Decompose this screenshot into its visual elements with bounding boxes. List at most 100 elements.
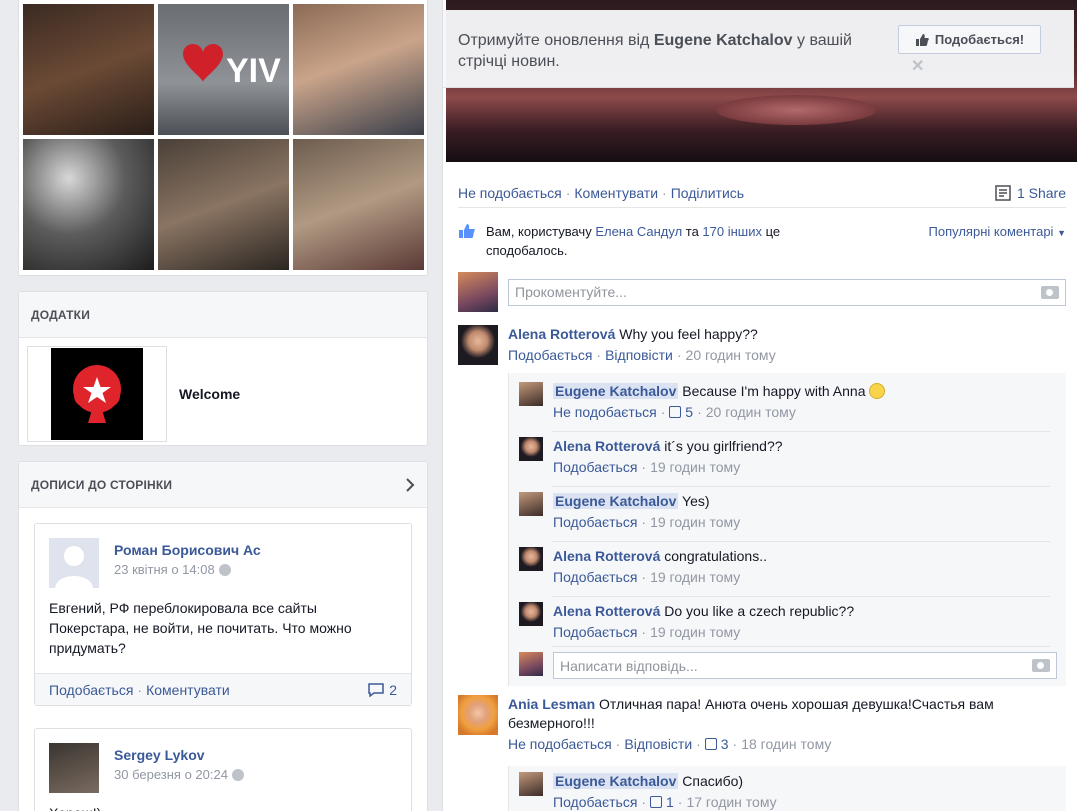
follow-prompt: Отримуйте оновлення від Eugene Katchalov…: [443, 10, 1074, 88]
like-page-button[interactable]: Подобається!: [898, 25, 1041, 54]
share-count-label: 1 Share: [1016, 184, 1066, 201]
app-thumbnail[interactable]: [27, 346, 167, 442]
avatar[interactable]: [458, 325, 498, 365]
comment-author[interactable]: Alena Rotterová: [508, 326, 615, 342]
photo-actions: Не подобається · Коментувати · Поділитись 1 …: [458, 178, 1066, 208]
page-posts-panel: ДОПИСИ ДО СТОРІНКИ Роман Борисович Ас 23…: [18, 461, 428, 811]
liker-name[interactable]: Елена Сандул: [595, 224, 682, 239]
replies-thread: Eugene Katchalov Because I'm happy with …: [508, 373, 1066, 686]
photo-grid: YIV: [18, 0, 428, 276]
avatar[interactable]: [519, 382, 543, 406]
comment-likes-count[interactable]: 3: [704, 736, 729, 752]
comment-author[interactable]: Ania Lesman: [508, 696, 595, 712]
posts-panel-title: ДОПИСИ ДО СТОРІНКИ: [31, 477, 173, 492]
camera-icon[interactable]: [1041, 285, 1059, 299]
unlike-link[interactable]: Не подобається: [458, 185, 562, 201]
like-link[interactable]: Подобається: [49, 682, 133, 698]
comment-time[interactable]: 18 годин тому: [741, 736, 831, 752]
caret-down-icon: ▼: [1057, 228, 1066, 238]
reply-time[interactable]: 19 годин тому: [650, 514, 740, 530]
like-icon: [459, 224, 475, 238]
comment-reply-link[interactable]: Відповісти: [605, 347, 673, 363]
comment-like-link[interactable]: Не подобається: [508, 736, 612, 752]
reply-likes-value: 5: [685, 404, 694, 420]
reply-composer: Написати відповідь...: [519, 652, 1057, 679]
photo-thumbnail[interactable]: [23, 4, 154, 135]
comment: Ania Lesman Отличная пара! Анюта очень х…: [458, 695, 1058, 754]
reply-time[interactable]: 19 годин тому: [650, 459, 740, 475]
comment-link[interactable]: Коментувати: [574, 185, 658, 201]
avatar: [458, 272, 498, 312]
like-page-label: Подобається!: [934, 32, 1025, 47]
photo-thumbnail[interactable]: [158, 139, 289, 270]
reply-author[interactable]: Alena Rotterová: [553, 603, 660, 619]
avatar[interactable]: [49, 743, 99, 793]
post-time[interactable]: 23 квітня о 14:08: [114, 562, 215, 577]
likers-others-link[interactable]: 170 інших: [702, 224, 762, 239]
share-link[interactable]: Поділитись: [671, 185, 744, 201]
reply-likes-count[interactable]: 1: [650, 794, 674, 810]
post-author[interactable]: Sergey Lykov: [114, 747, 244, 763]
comment-link[interactable]: Коментувати: [146, 682, 230, 698]
reply-author[interactable]: Alena Rotterová: [553, 548, 660, 564]
post-author[interactable]: Роман Борисович Ас: [114, 542, 261, 558]
reply-like-link[interactable]: Подобається: [553, 514, 637, 530]
comment-time[interactable]: 20 годин тому: [686, 347, 776, 363]
reply-author[interactable]: Eugene Katchalov: [553, 383, 679, 399]
thumbs-up-icon: [669, 406, 682, 418]
post-text: Хорош!): [35, 803, 411, 811]
comment-composer: Прокоментуйте...: [458, 272, 1066, 312]
avatar[interactable]: [458, 695, 498, 735]
reply-time[interactable]: 19 годин тому: [650, 569, 740, 585]
left-column: YIV ДОДАТКИ Welcome ДОПИСИ ДО СТОРІНКИ Р…: [18, 0, 428, 811]
reply-time[interactable]: 20 годин тому: [706, 404, 796, 420]
sort-comments-label: Популярні коментарі: [928, 224, 1054, 239]
avatar[interactable]: [519, 547, 543, 571]
reply-like-link[interactable]: Подобається: [553, 569, 637, 585]
app-item[interactable]: Welcome: [19, 338, 427, 450]
photo-thumbnail[interactable]: [23, 139, 154, 270]
photo-thumbnail[interactable]: [293, 4, 424, 135]
reply-like-link[interactable]: Не подобається: [553, 404, 657, 420]
reply-text: congratulations..: [664, 548, 767, 564]
sort-comments-dropdown[interactable]: Популярні коментарі ▼: [929, 222, 1066, 260]
share-icon: [995, 184, 1011, 201]
reply: Eugene Katchalov Because I'm happy with …: [519, 382, 886, 422]
avatar[interactable]: [519, 437, 543, 461]
avatar[interactable]: [519, 602, 543, 626]
posts-panel-header[interactable]: ДОПИСИ ДО СТОРІНКИ: [19, 462, 427, 508]
reply-like-link[interactable]: Подобається: [553, 459, 637, 475]
comment-reply-link[interactable]: Відповісти: [624, 736, 692, 752]
reply-time[interactable]: 19 годин тому: [650, 624, 740, 640]
comment-text: Why you feel happy??: [619, 326, 758, 342]
post-time[interactable]: 30 березня о 20:24: [114, 767, 228, 782]
reply-author[interactable]: Alena Rotterová: [553, 438, 660, 454]
app-title[interactable]: Welcome: [179, 386, 240, 402]
thumbs-up-icon: [650, 796, 663, 808]
chevron-right-icon[interactable]: [405, 477, 415, 492]
reply-time[interactable]: 17 годин тому: [686, 794, 776, 810]
reply-like-link[interactable]: Подобається: [553, 794, 637, 810]
reply-author[interactable]: Eugene Katchalov: [553, 773, 679, 789]
reply: Eugene Katchalov Спасибо) Подобається · 1…: [519, 772, 777, 811]
follow-text-before: Отримуйте оновлення від: [458, 32, 654, 49]
reply-author[interactable]: Eugene Katchalov: [553, 493, 679, 509]
reply-input[interactable]: Написати відповідь...: [553, 652, 1057, 679]
share-count[interactable]: 1 Share: [995, 185, 1066, 201]
close-icon[interactable]: ✕: [911, 56, 924, 76]
reply-text: Because I'm happy with Anna: [682, 383, 866, 399]
comment-like-link[interactable]: Подобається: [508, 347, 592, 363]
avatar: [519, 652, 543, 676]
photo-thumbnail[interactable]: YIV: [158, 4, 289, 135]
comment-input[interactable]: Прокоментуйте...: [508, 278, 1066, 306]
reply-like-link[interactable]: Подобається: [553, 624, 637, 640]
photo-thumbnail[interactable]: [293, 139, 424, 270]
comment-bubble-icon: [368, 682, 384, 697]
reply-likes-count[interactable]: 5: [669, 404, 693, 420]
avatar[interactable]: [519, 772, 543, 796]
avatar[interactable]: [519, 492, 543, 516]
camera-icon[interactable]: [1032, 659, 1050, 672]
comments-count[interactable]: 2: [368, 682, 397, 698]
avatar[interactable]: [49, 538, 99, 588]
replies-thread: Eugene Katchalov Спасибо) Подобається · 1…: [508, 766, 1066, 811]
